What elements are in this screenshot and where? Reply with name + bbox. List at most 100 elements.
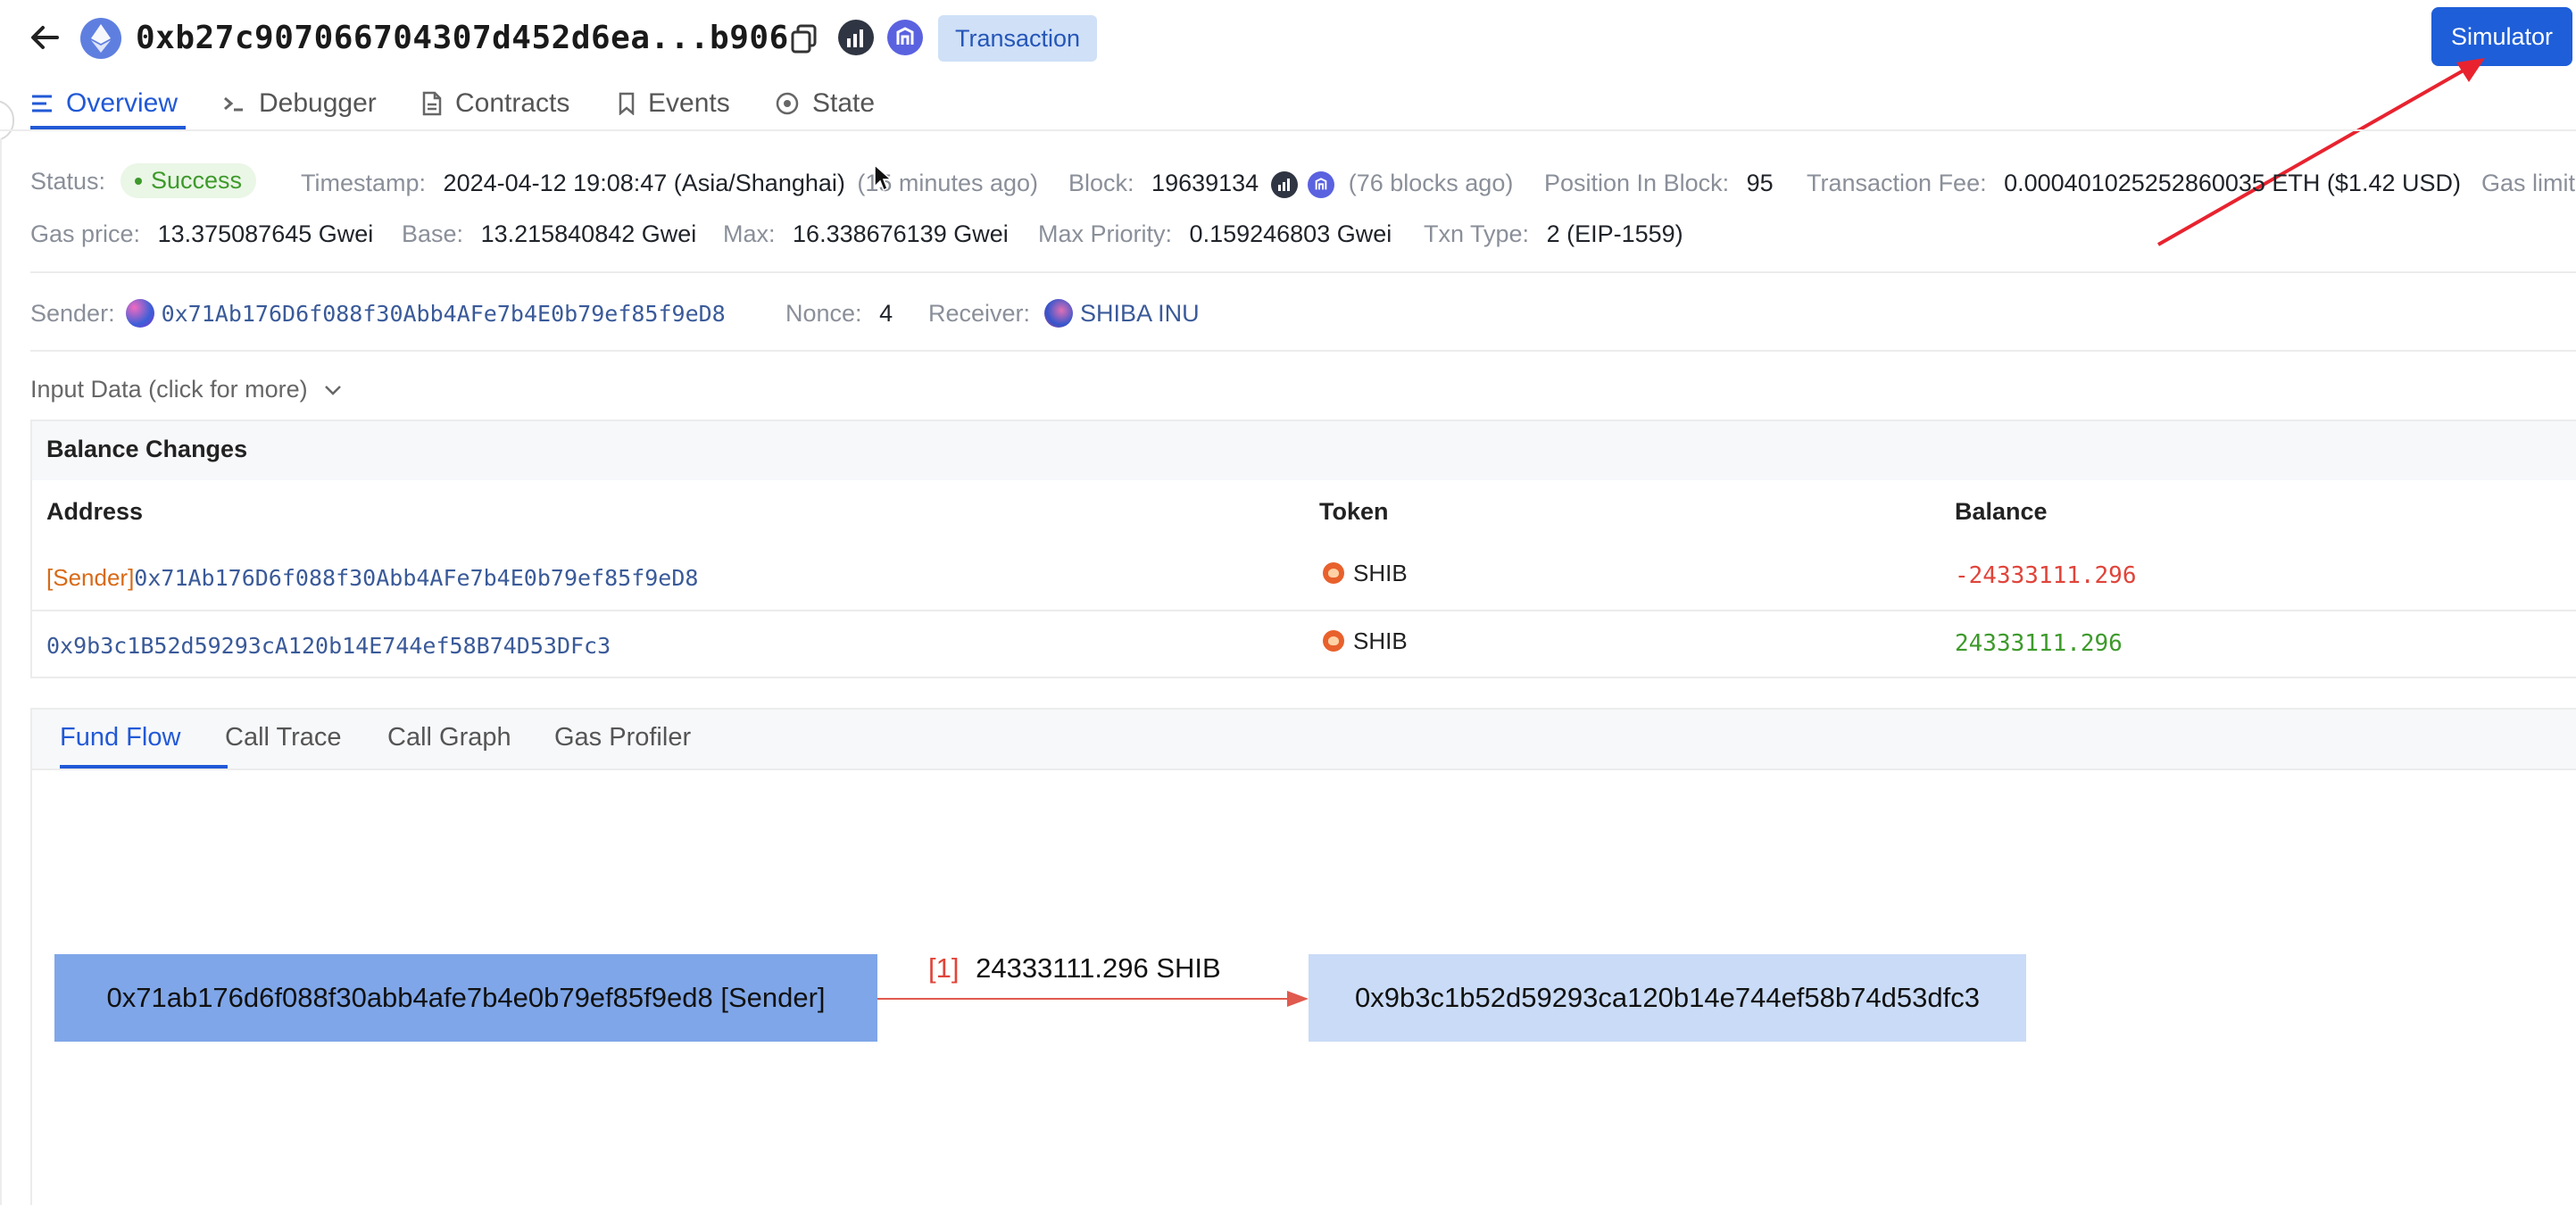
active-tab-indicator [60, 765, 228, 769]
blocksec-block-icon[interactable] [1308, 170, 1335, 198]
base-value: 13.215840842 Gwei [480, 220, 697, 247]
file-icon [421, 91, 443, 116]
balance-value: -24333111.296 [1955, 562, 2137, 589]
status-label: Status: [30, 168, 106, 195]
copy-button[interactable] [790, 23, 819, 54]
row-divider [32, 610, 2576, 611]
position-value: 95 [1746, 170, 1774, 196]
status-badge: Success [120, 163, 257, 198]
tab-call-trace[interactable]: Call Trace [225, 723, 342, 752]
token-symbol[interactable]: SHIB [1353, 560, 1408, 586]
tab-gas-profiler[interactable]: Gas Profiler [554, 723, 691, 752]
token-cell: SHIB [1323, 560, 1408, 587]
tab-state[interactable]: State [775, 79, 875, 129]
nonce-field: Nonce: 4 [785, 300, 893, 328]
txn-type-label: Txn Type: [1424, 220, 1530, 247]
tab-contracts[interactable]: Contracts [421, 79, 569, 129]
tab-debugger[interactable]: Debugger [223, 79, 377, 129]
gas-limit-field: Gas limit [2481, 170, 2575, 197]
fee-label: Transaction Fee: [1807, 170, 1987, 196]
fund-flow-node-receiver[interactable]: 0x9b3c1b52d59293ca120b14e744ef58b74d53df… [1309, 954, 2026, 1042]
block-field: Block: 19639134 (76 blocks ago) [1068, 170, 1513, 198]
sender-address-link[interactable]: 0x71Ab176D6f088f30Abb4AFe7b4E0b79ef85f9e… [162, 301, 726, 327]
table-row: [Sender]0x71Ab176D6f088f30Abb4AFe7b4E0b7… [46, 564, 698, 592]
back-button[interactable] [27, 20, 62, 55]
fee-field: Transaction Fee: 0.000401025252860035 ET… [1807, 170, 2461, 197]
tab-label: Contracts [455, 88, 570, 118]
status-field: Status: [30, 168, 105, 195]
blocksec-link-icon[interactable] [887, 20, 923, 55]
gas-price-field: Gas price: 13.375087645 Gwei [30, 220, 373, 248]
success-dot-icon [135, 177, 142, 185]
max-priority-value: 0.159246803 Gwei [1189, 220, 1392, 247]
block-ago: (76 blocks ago) [1348, 170, 1514, 196]
position-label: Position In Block: [1544, 170, 1730, 196]
table-row: 0x9b3c1B52d59293cA120b14E744ef58B74D53DF… [46, 632, 611, 660]
tab-overview[interactable]: Overview [30, 79, 178, 129]
input-data-toggle[interactable]: Input Data (click for more) [30, 376, 342, 403]
column-header-token: Token [1319, 498, 1389, 525]
tab-call-graph[interactable]: Call Graph [387, 723, 511, 752]
fund-flow-node-sender[interactable]: 0x71ab176d6f088f30abb4afe7b4e0b79ef85f9e… [54, 954, 877, 1042]
status-value: Success [151, 167, 243, 194]
receiver-field: Receiver: SHIBA INU [928, 299, 1200, 328]
fund-flow-edge-arrow [877, 991, 1309, 1007]
sender-tag: [Sender] [46, 564, 135, 591]
shib-token-icon [1323, 630, 1344, 652]
nonce-value: 4 [879, 300, 893, 327]
section-divider [30, 350, 2576, 352]
max-label: Max: [723, 220, 776, 247]
list-icon [30, 94, 54, 113]
block-label: Block: [1068, 170, 1134, 196]
column-header-balance: Balance [1955, 498, 2048, 525]
input-data-label: Input Data (click for more) [30, 376, 308, 403]
tab-events[interactable]: Events [618, 79, 730, 129]
terminal-icon [223, 94, 246, 113]
sidebar-collapse-handle[interactable] [0, 100, 14, 141]
chevron-down-icon [324, 385, 341, 395]
transaction-badge: Transaction [938, 15, 1097, 62]
receiver-label: Receiver: [928, 299, 1031, 327]
timestamp-field: Timestamp: 2024-04-12 19:08:47 (Asia/Sha… [301, 170, 1038, 197]
base-label: Base: [402, 220, 464, 247]
balance-changes-header [32, 421, 2576, 480]
receiver-link[interactable]: SHIBA INU [1080, 300, 1200, 328]
ethereum-chain-icon [80, 18, 121, 59]
token-symbol[interactable]: SHIB [1353, 627, 1408, 654]
arrow-left-icon [31, 26, 59, 49]
base-fee-field: Base: 13.215840842 Gwei [402, 220, 696, 248]
transaction-hash-title: 0xb27c907066704307d452d6ea...b906 [136, 20, 789, 56]
sender-label: Sender: [30, 299, 115, 327]
max-priority-label: Max Priority: [1038, 220, 1173, 247]
address-link[interactable]: 0x9b3c1B52d59293cA120b14E744ef58B74D53DF… [46, 633, 611, 659]
nonce-label: Nonce: [785, 300, 862, 327]
max-fee-field: Max: 16.338676139 Gwei [723, 220, 1009, 248]
tab-label: State [812, 88, 876, 118]
column-header-address: Address [46, 498, 144, 525]
annotation-arrow [2157, 58, 2485, 246]
left-border [0, 138, 2, 1205]
edge-amount: 24333111.296 SHIB [976, 952, 1221, 984]
fund-flow-edge-label: [1] 24333111.296 SHIB [928, 952, 1221, 985]
timestamp-label: Timestamp: [301, 170, 427, 196]
target-icon [775, 91, 800, 116]
position-field: Position In Block: 95 [1544, 170, 1774, 197]
etherscan-block-icon[interactable] [1270, 170, 1298, 198]
tab-label: Debugger [259, 88, 377, 118]
etherscan-link-icon[interactable] [838, 20, 874, 55]
gas-price-value: 13.375087645 Gwei [157, 220, 374, 247]
section-divider [30, 271, 2576, 273]
block-number-link[interactable]: 19639134 [1151, 170, 1259, 196]
edge-index: [1] [928, 952, 960, 984]
timestamp-value: 2024-04-12 19:08:47 (Asia/Shanghai) [443, 170, 845, 196]
address-link[interactable]: 0x71Ab176D6f088f30Abb4AFe7b4E0b79ef85f9e… [134, 565, 698, 591]
shib-token-icon [1323, 562, 1344, 584]
txn-type-value: 2 (EIP-1559) [1546, 220, 1683, 247]
mouse-cursor-icon [874, 163, 893, 192]
tab-fund-flow[interactable]: Fund Flow [60, 723, 180, 752]
balance-changes-title: Balance Changes [46, 436, 248, 462]
token-cell: SHIB [1323, 627, 1408, 655]
gas-price-label: Gas price: [30, 220, 141, 247]
max-priority-field: Max Priority: 0.159246803 Gwei [1038, 220, 1392, 248]
receiver-avatar-icon [1044, 299, 1074, 328]
